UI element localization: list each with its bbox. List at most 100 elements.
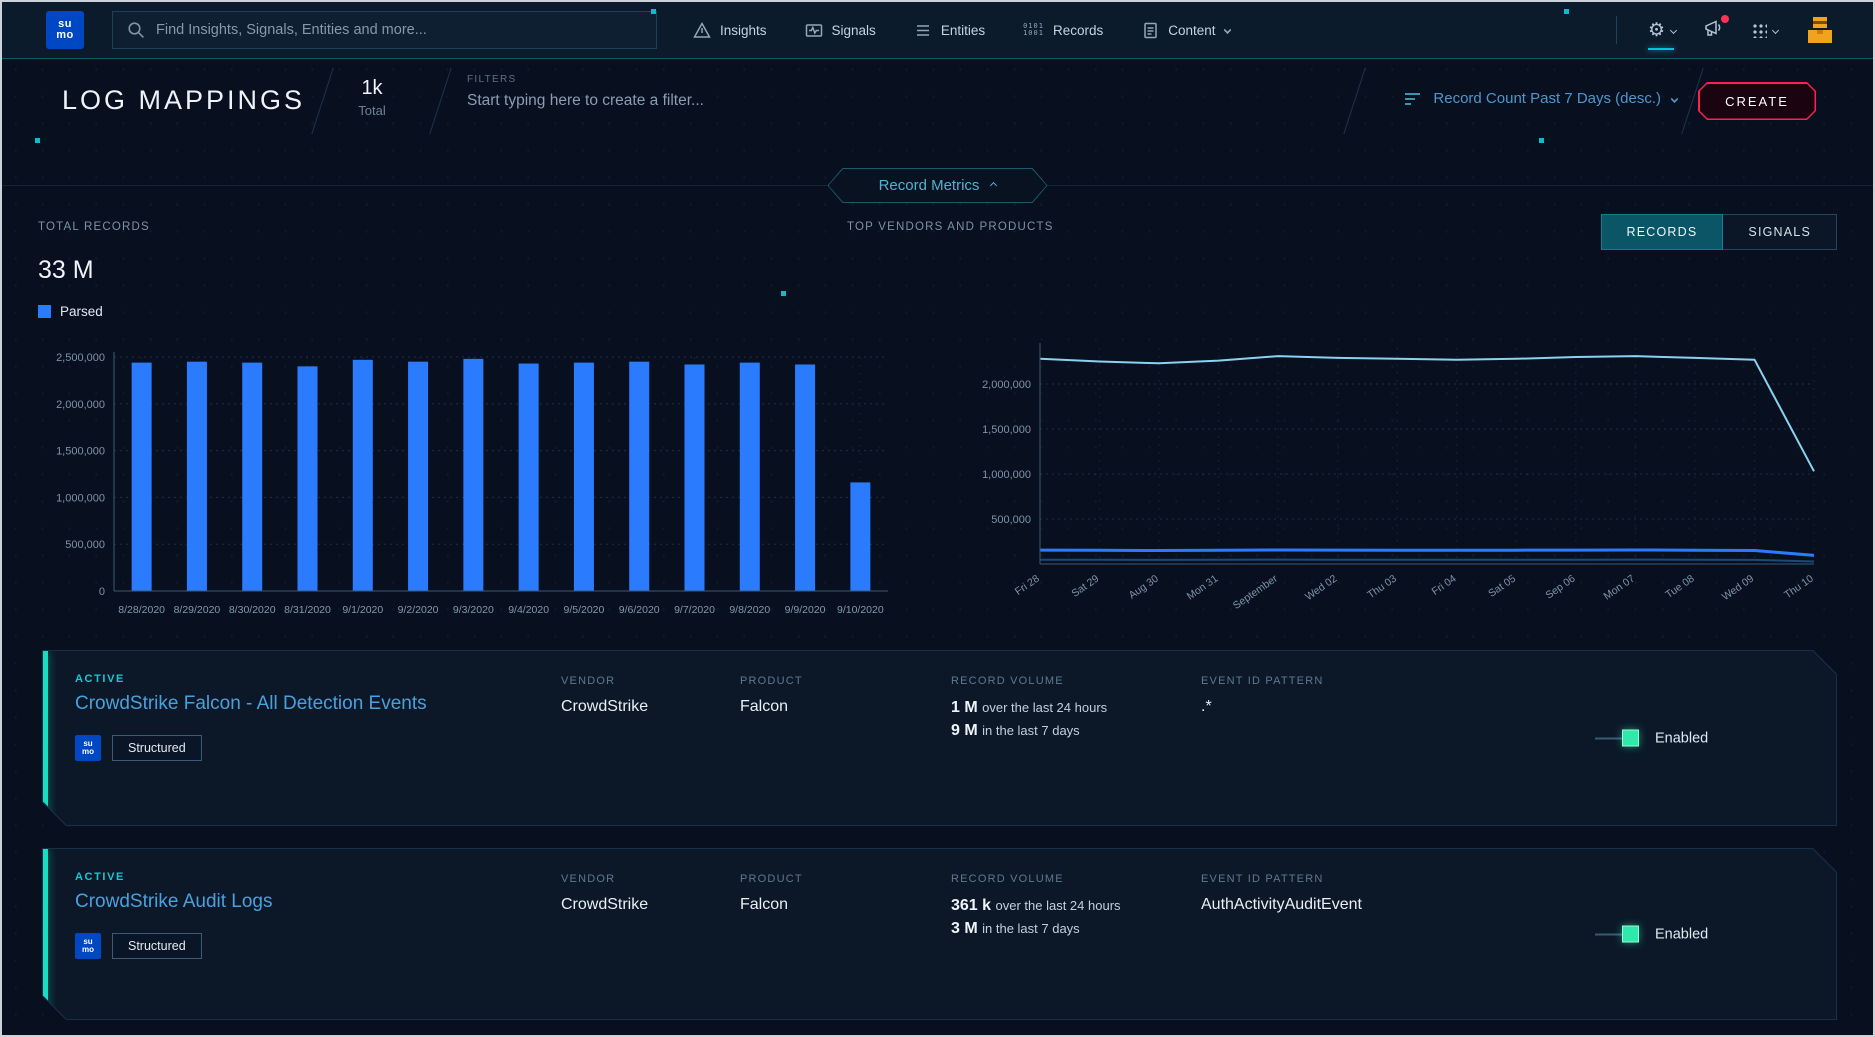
vendor-label: VENDOR	[561, 873, 648, 885]
create-button[interactable]: CREATE	[1698, 82, 1816, 120]
chevron-up-icon	[990, 182, 997, 189]
enabled-toggle[interactable]	[1595, 730, 1639, 747]
legend-swatch	[38, 305, 51, 318]
divider	[1616, 16, 1617, 44]
filters-label: FILTERS	[467, 74, 1107, 85]
deco-square	[651, 9, 656, 14]
bar-9/6/2020	[629, 362, 649, 591]
bar-9/3/2020	[463, 359, 483, 591]
svg-text:9/7/2020: 9/7/2020	[674, 604, 715, 616]
log-mapping-card: ACTIVE CrowdStrike Falcon - All Detectio…	[42, 650, 1837, 826]
settings-menu[interactable]: ⚙	[1648, 21, 1676, 40]
vendor-value: CrowdStrike	[561, 896, 648, 914]
svg-text:9/2/2020: 9/2/2020	[398, 604, 439, 616]
product-label: PRODUCT	[740, 873, 803, 885]
page-header: LOG MAPPINGS 1k Total FILTERS Record Cou…	[2, 59, 1873, 143]
structured-tag: Structured	[112, 735, 202, 761]
top-vendors-title: TOP VENDORS AND PRODUCTS	[847, 221, 1054, 233]
card-badges: sumo Structured	[75, 735, 202, 761]
deco-square	[1539, 138, 1544, 143]
svg-text:Tue 08: Tue 08	[1663, 573, 1696, 601]
svg-text:Fri 28: Fri 28	[1013, 573, 1042, 598]
sumo-logo[interactable]: su mo	[46, 11, 84, 49]
line-top-vendor-product	[1040, 356, 1814, 471]
status-badge: ACTIVE	[75, 673, 125, 685]
filter-input[interactable]	[467, 92, 1107, 110]
announcements-button[interactable]	[1703, 18, 1725, 43]
records-icon: 01011001	[1023, 23, 1044, 37]
svg-text:8/30/2020: 8/30/2020	[229, 604, 276, 616]
svg-text:Mon 31: Mon 31	[1185, 573, 1221, 603]
create-button-label: CREATE	[1700, 84, 1815, 119]
svg-text:Mon 07: Mon 07	[1602, 573, 1638, 603]
sort-dropdown[interactable]: Record Count Past 7 Days (desc.)	[1403, 89, 1677, 108]
svg-text:Sat 05: Sat 05	[1486, 573, 1518, 600]
svg-text:9/5/2020: 9/5/2020	[563, 604, 604, 616]
nav-insights[interactable]: Insights	[693, 21, 767, 39]
bar-8/28/2020	[132, 363, 152, 591]
volume-7d: 3 M in the last 7 days	[951, 919, 1163, 938]
primary-nav: Insights Signals Entities 01011001 Recor…	[693, 21, 1230, 39]
enabled-label: Enabled	[1655, 926, 1708, 942]
nav-label: Signals	[832, 23, 876, 38]
user-avatar[interactable]	[1805, 16, 1835, 44]
app-window: su mo Insights Signals Entities	[0, 0, 1875, 1037]
avatar-icon	[1805, 16, 1835, 44]
nav-label: Content	[1168, 23, 1215, 38]
svg-text:Wed 02: Wed 02	[1303, 573, 1340, 604]
card-accent-bar	[43, 651, 48, 825]
search-input[interactable]	[156, 22, 642, 38]
total-label: Total	[327, 103, 417, 118]
svg-text:9/8/2020: 9/8/2020	[729, 604, 770, 616]
vendor-column: VENDOR CrowdStrike	[561, 873, 648, 914]
nav-records[interactable]: 01011001 Records	[1023, 23, 1103, 38]
global-search[interactable]	[112, 11, 657, 49]
svg-text:8/29/2020: 8/29/2020	[174, 604, 221, 616]
nav-signals[interactable]: Signals	[805, 21, 876, 39]
svg-text:Wed 09: Wed 09	[1720, 573, 1757, 604]
card-title-link[interactable]: CrowdStrike Falcon - All Detection Event…	[75, 693, 427, 715]
content-icon	[1141, 21, 1159, 39]
svg-text:1,000,000: 1,000,000	[56, 492, 105, 504]
nav-entities[interactable]: Entities	[914, 21, 985, 39]
notification-dot	[1721, 15, 1729, 23]
divider	[1343, 68, 1365, 134]
nav-content[interactable]: Content	[1141, 21, 1229, 39]
bar-9/1/2020	[353, 360, 373, 591]
product-column: PRODUCT Falcon	[740, 873, 803, 914]
svg-text:9/9/2020: 9/9/2020	[785, 604, 826, 616]
chevron-down-icon	[1670, 26, 1677, 33]
svg-text:1,500,000: 1,500,000	[982, 424, 1031, 436]
record-volume-label: RECORD VOLUME	[951, 873, 1163, 885]
card-surface: ACTIVE CrowdStrike Audit Logs sumo Struc…	[43, 849, 1836, 1019]
record-volume-column: RECORD VOLUME 1 M over the last 24 hours…	[951, 675, 1163, 740]
svg-text:Sep 06: Sep 06	[1543, 573, 1577, 602]
nav-label: Records	[1053, 23, 1103, 38]
total-records-title: TOTAL RECORDS	[38, 221, 150, 233]
bar-9/8/2020	[740, 363, 760, 591]
search-icon	[127, 21, 145, 39]
svg-text:Aug 30: Aug 30	[1127, 573, 1161, 602]
product-column: PRODUCT Falcon	[740, 675, 803, 716]
sort-label: Record Count Past 7 Days (desc.)	[1433, 90, 1661, 107]
active-indicator	[1648, 48, 1674, 50]
svg-text:9/3/2020: 9/3/2020	[453, 604, 494, 616]
records-tab[interactable]: RECORDS	[1601, 214, 1724, 250]
apps-menu[interactable]	[1752, 23, 1778, 38]
log-mapping-card: ACTIVE CrowdStrike Audit Logs sumo Struc…	[42, 848, 1837, 1020]
page-title: LOG MAPPINGS	[62, 85, 305, 116]
bar-9/10/2020	[850, 482, 870, 591]
vendor-column: VENDOR CrowdStrike	[561, 675, 648, 716]
enable-control: Enabled	[1595, 730, 1708, 747]
card-title-link[interactable]: CrowdStrike Audit Logs	[75, 891, 273, 913]
record-metrics-toggle[interactable]: Record Metrics	[828, 168, 1048, 203]
signals-tab[interactable]: SIGNALS	[1723, 214, 1837, 250]
enabled-toggle[interactable]	[1595, 926, 1639, 943]
svg-text:9/1/2020: 9/1/2020	[342, 604, 383, 616]
bar-9/7/2020	[685, 364, 705, 591]
vendor-label: VENDOR	[561, 675, 648, 687]
top-nav: su mo Insights Signals Entities	[2, 2, 1873, 59]
total-value: 1k	[327, 77, 417, 100]
svg-text:Sat 29: Sat 29	[1070, 573, 1102, 600]
event-id-pattern-column: EVENT ID PATTERN .*	[1201, 675, 1541, 716]
